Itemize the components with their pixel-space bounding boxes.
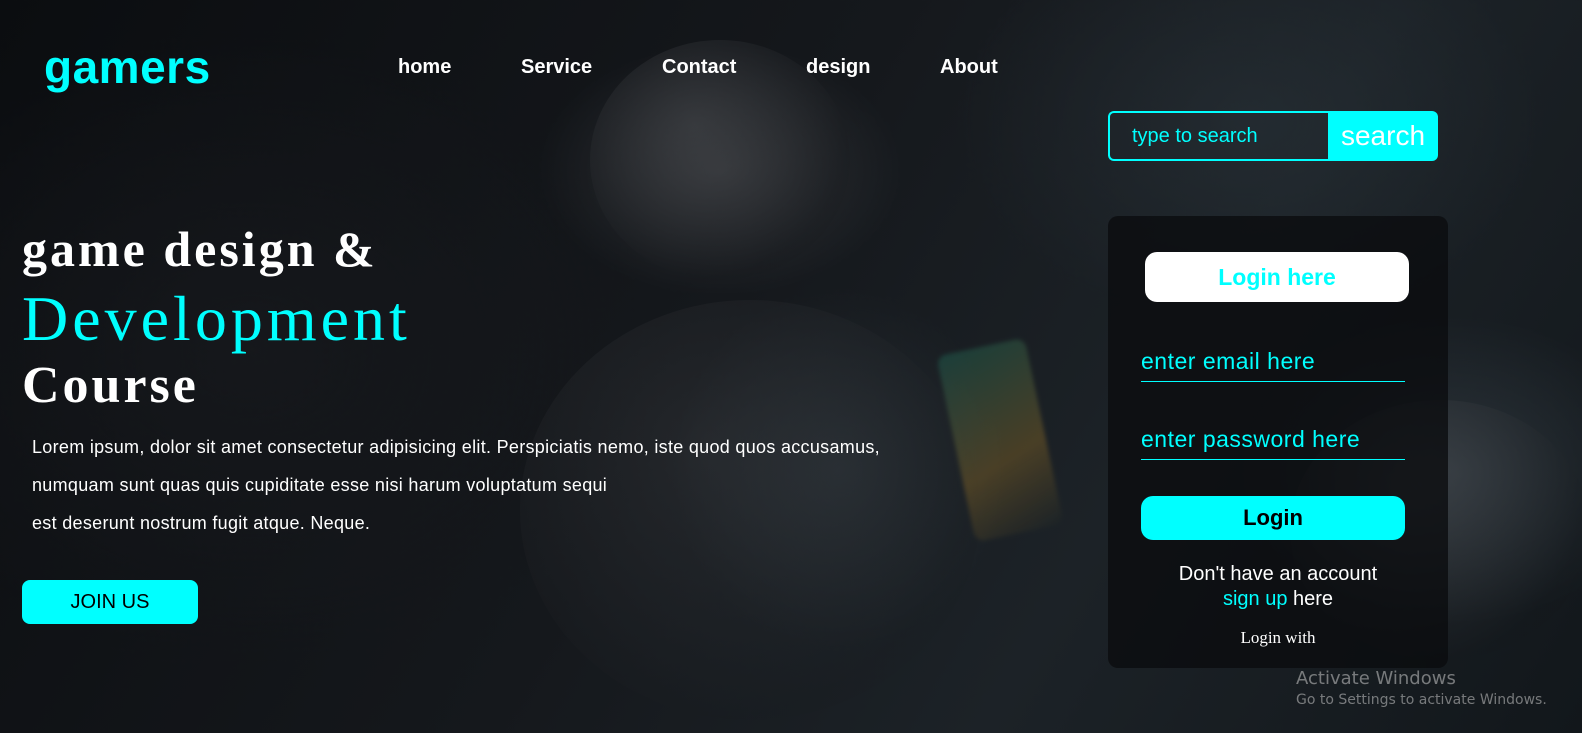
search-bar: search xyxy=(1108,111,1438,161)
watermark-subtitle: Go to Settings to activate Windows. xyxy=(1296,692,1547,708)
hero-title-line3: Course xyxy=(22,357,199,414)
search-input[interactable] xyxy=(1108,111,1328,161)
no-account-text: Don't have an account xyxy=(1178,563,1378,585)
signup-suffix: here xyxy=(1293,588,1334,610)
watermark-title: Activate Windows xyxy=(1296,668,1456,689)
hero-description-line: Lorem ipsum, dolor sit amet consectetur … xyxy=(32,437,880,457)
hero-description: Lorem ipsum, dolor sit amet consectetur … xyxy=(32,428,982,542)
password-field[interactable] xyxy=(1141,420,1405,460)
activate-windows-watermark: Activate Windows Go to Settings to activ… xyxy=(1296,668,1547,708)
login-with-label: Login with xyxy=(1240,628,1316,647)
search-button[interactable]: search xyxy=(1328,111,1438,161)
nav-item-service[interactable]: Service xyxy=(521,56,592,79)
signup-prompt: Don't have an account sign up here xyxy=(1108,562,1448,612)
hero-title-line1: game design & xyxy=(22,221,378,277)
main-nav: home Service Contact design About xyxy=(0,56,1582,80)
hero-description-line: est deserunt nostrum fugit atque. Neque. xyxy=(32,513,371,533)
nav-item-contact[interactable]: Contact xyxy=(662,56,736,79)
email-field[interactable] xyxy=(1141,342,1405,382)
login-card: Login here Login Don't have an account s… xyxy=(1108,216,1448,668)
hero-description-line: numquam sunt quas quis cupiditate esse n… xyxy=(32,475,608,495)
signup-line: sign up here xyxy=(1108,587,1448,612)
nav-item-about[interactable]: About xyxy=(940,56,998,79)
nav-item-home[interactable]: home xyxy=(398,56,451,79)
signup-link[interactable]: sign up xyxy=(1223,588,1288,610)
login-heading: Login here xyxy=(1145,252,1409,302)
hero-title-line2: Development xyxy=(22,283,411,354)
join-us-button[interactable]: JOIN US xyxy=(22,580,198,624)
nav-item-design[interactable]: design xyxy=(806,56,870,79)
login-button[interactable]: Login xyxy=(1141,496,1405,540)
